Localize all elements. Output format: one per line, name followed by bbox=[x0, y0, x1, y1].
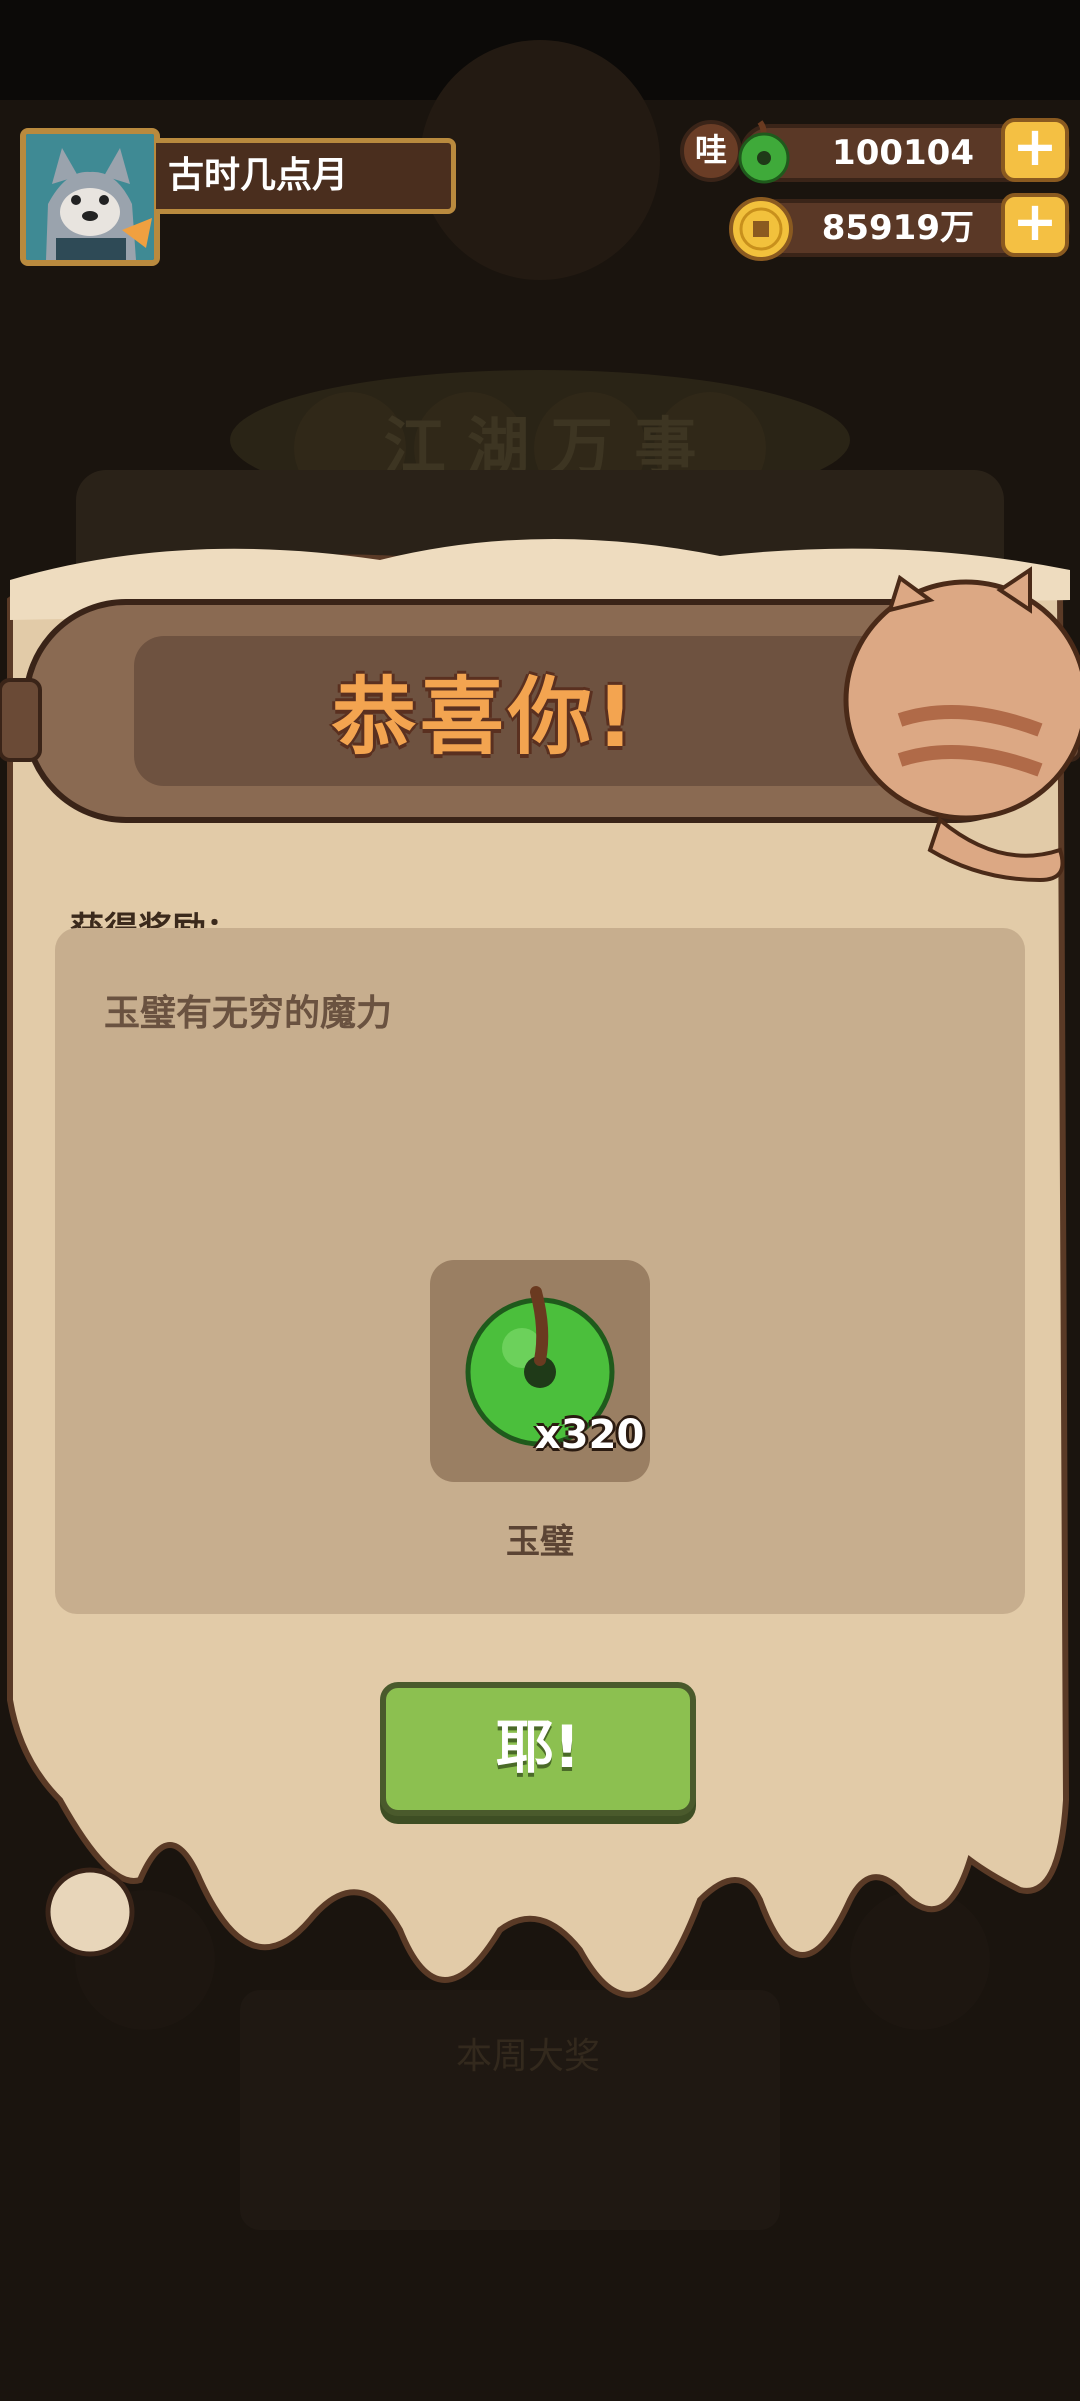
item-name: 玉璧 bbox=[506, 1522, 574, 1562]
item-count: x320 bbox=[535, 1412, 645, 1458]
confirm-label: 耶! bbox=[495, 1713, 581, 1781]
reward-description: 玉璧有无穷的魔力 bbox=[104, 993, 393, 1034]
confirm-button[interactable]: 耶! bbox=[380, 1682, 696, 1816]
dialog-title: 恭喜你! bbox=[331, 668, 639, 766]
